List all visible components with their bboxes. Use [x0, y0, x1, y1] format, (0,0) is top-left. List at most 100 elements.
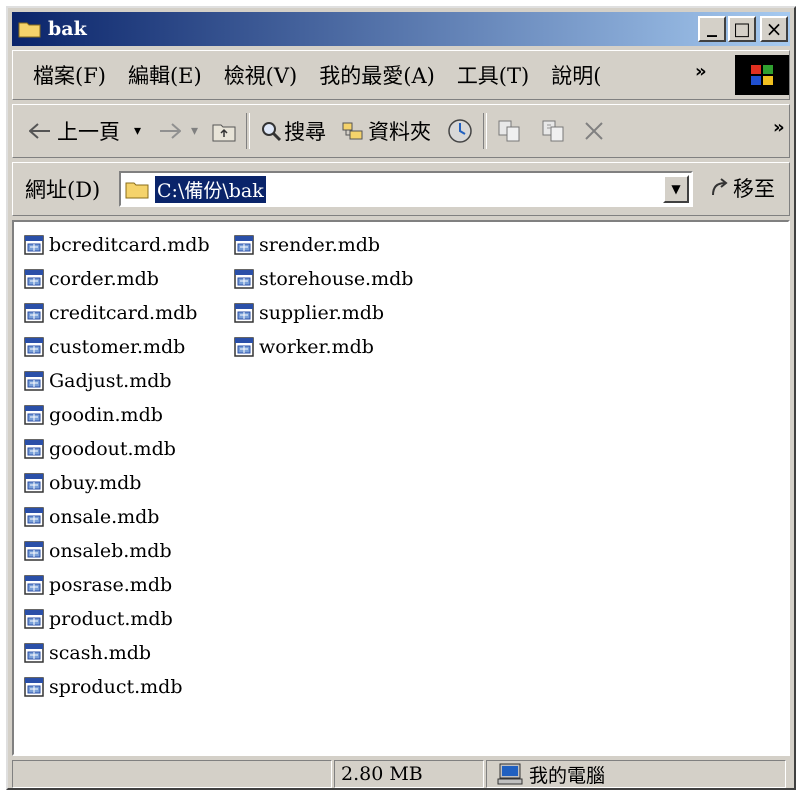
mdb-file-icon — [24, 337, 44, 357]
status-bar: 2.80 MB 我的電腦 — [12, 760, 790, 788]
back-dropdown-icon[interactable]: ▾ — [134, 123, 141, 139]
folders-label: 資料夾 — [368, 120, 432, 144]
my-computer-icon — [497, 763, 523, 785]
file-item[interactable]: corder.mdb — [24, 262, 210, 296]
forward-arrow-icon[interactable] — [159, 123, 182, 139]
copy-to-icon[interactable] — [541, 119, 567, 143]
file-item[interactable]: posrase.mdb — [24, 568, 210, 602]
mdb-file-icon — [234, 337, 254, 357]
status-panel-objects — [12, 760, 332, 788]
file-item[interactable]: Gadjust.mdb — [24, 364, 210, 398]
address-bar: 網址(D) C:\備份\bak ▼ 移至 — [12, 162, 790, 216]
mdb-file-icon — [24, 303, 44, 323]
maximize-icon: □ — [733, 18, 751, 40]
menu-file[interactable]: 檔案(F) — [33, 60, 106, 90]
mdb-file-icon — [234, 235, 254, 255]
file-name: onsale.mdb — [49, 506, 160, 528]
search-icon — [262, 122, 282, 142]
back-button[interactable]: 上一頁 — [29, 116, 120, 146]
window-title: bak — [48, 18, 87, 40]
file-name: bcreditcard.mdb — [49, 234, 210, 256]
mdb-file-icon — [24, 371, 44, 391]
file-name: sproduct.mdb — [49, 676, 183, 698]
maximize-button[interactable]: □ — [728, 16, 756, 42]
mdb-file-icon — [24, 507, 44, 527]
mdb-file-icon — [24, 609, 44, 629]
file-name: corder.mdb — [49, 268, 159, 290]
search-button[interactable]: 搜尋 — [260, 116, 326, 146]
file-item[interactable]: creditcard.mdb — [24, 296, 210, 330]
file-item[interactable]: goodout.mdb — [24, 432, 210, 466]
mdb-file-icon — [24, 677, 44, 697]
file-item[interactable]: obuy.mdb — [24, 466, 210, 500]
file-name: posrase.mdb — [49, 574, 173, 596]
menu-tools[interactable]: 工具(T) — [457, 60, 529, 90]
mdb-file-icon — [24, 235, 44, 255]
status-zone: 我的電腦 — [529, 764, 606, 787]
go-button[interactable]: 移至 — [709, 173, 775, 203]
minimize-button[interactable]: _ — [698, 13, 726, 42]
status-size: 2.80 MB — [341, 763, 423, 785]
file-item[interactable]: sproduct.mdb — [24, 670, 210, 704]
title-bar[interactable]: bak _ □ × — [12, 12, 790, 46]
history-icon[interactable] — [447, 118, 473, 144]
address-folder-icon — [125, 182, 149, 199]
back-label: 上一頁 — [57, 120, 120, 144]
file-item[interactable]: bcreditcard.mdb — [24, 228, 210, 262]
close-icon: × — [765, 17, 783, 41]
file-item[interactable]: customer.mdb — [24, 330, 210, 364]
up-folder-icon[interactable] — [212, 120, 236, 142]
file-name: Gadjust.mdb — [49, 370, 172, 392]
mdb-file-icon — [24, 269, 44, 289]
windows-logo — [735, 55, 789, 95]
mdb-file-icon — [24, 473, 44, 493]
mdb-file-icon — [24, 643, 44, 663]
file-item[interactable]: storehouse.mdb — [234, 262, 413, 296]
address-input[interactable]: C:\備份\bak ▼ — [119, 171, 693, 207]
forward-dropdown-icon[interactable]: ▾ — [191, 123, 198, 139]
file-name: customer.mdb — [49, 336, 186, 358]
file-name: srender.mdb — [259, 234, 381, 256]
file-name: obuy.mdb — [49, 472, 142, 494]
go-label: 移至 — [733, 177, 775, 201]
file-item[interactable]: supplier.mdb — [234, 296, 413, 330]
move-to-icon[interactable] — [497, 119, 523, 143]
file-item[interactable]: srender.mdb — [234, 228, 413, 262]
toolbar-separator — [246, 113, 251, 149]
file-name: supplier.mdb — [259, 302, 385, 324]
toolbar-overflow-chevron[interactable]: » — [773, 117, 785, 138]
mdb-file-icon — [24, 405, 44, 425]
address-label: 網址(D) — [25, 178, 101, 202]
file-item[interactable]: product.mdb — [24, 602, 210, 636]
standard-toolbar: 上一頁 ▾ ▾ 搜尋 資料夾 » — [12, 104, 790, 158]
address-dropdown-button[interactable]: ▼ — [663, 175, 689, 203]
file-item[interactable]: goodin.mdb — [24, 398, 210, 432]
menu-edit[interactable]: 編輯(E) — [128, 60, 202, 90]
menu-overflow-chevron[interactable]: » — [695, 61, 707, 82]
file-name: goodout.mdb — [49, 438, 176, 460]
back-arrow-icon — [29, 123, 50, 139]
folders-button[interactable]: 資料夾 — [342, 116, 431, 146]
close-button[interactable]: × — [760, 16, 788, 42]
minimize-icon: _ — [707, 13, 717, 37]
file-name: worker.mdb — [259, 336, 374, 358]
menu-help[interactable]: 說明( — [551, 60, 601, 90]
mdb-file-icon — [24, 575, 44, 595]
status-panel-zone: 我的電腦 — [486, 760, 786, 788]
file-name: product.mdb — [49, 608, 173, 630]
folders-icon — [342, 122, 363, 140]
address-value: C:\備份\bak — [155, 175, 266, 203]
file-item[interactable]: onsale.mdb — [24, 500, 210, 534]
folder-icon — [18, 22, 41, 38]
file-item[interactable]: onsaleb.mdb — [24, 534, 210, 568]
menu-bar: 檔案(F) 編輯(E) 檢視(V) 我的最愛(A) 工具(T) 說明( » — [12, 50, 790, 100]
file-name: scash.mdb — [49, 642, 152, 664]
menu-view[interactable]: 檢視(V) — [224, 60, 298, 90]
file-item[interactable]: scash.mdb — [24, 636, 210, 670]
file-list-pane[interactable]: bcreditcard.mdb corder.mdb creditcard.mdb c… — [12, 220, 790, 756]
file-item[interactable]: worker.mdb — [234, 330, 413, 364]
menu-favorites[interactable]: 我的最愛(A) — [319, 60, 435, 90]
search-label: 搜尋 — [284, 120, 327, 144]
delete-icon[interactable] — [583, 120, 605, 142]
explorer-window: bak _ □ × 檔案(F) 編輯(E) 檢視(V) 我的最愛(A) 工具(T… — [6, 6, 796, 790]
